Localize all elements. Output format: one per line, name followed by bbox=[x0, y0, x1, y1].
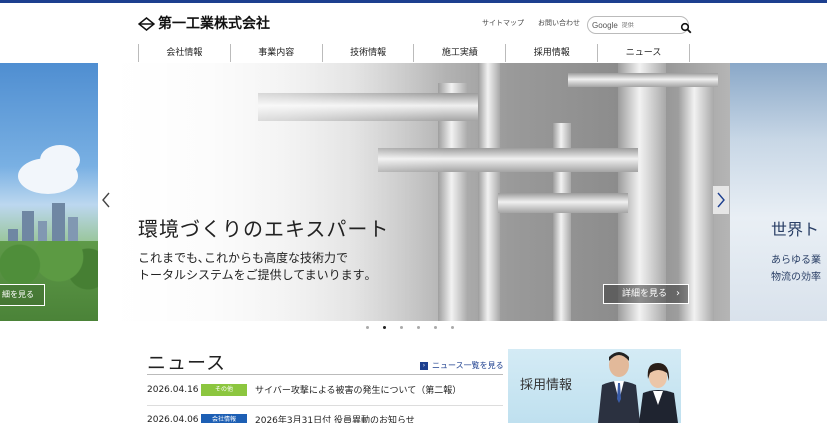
pager-dot[interactable] bbox=[417, 326, 420, 329]
next-slide-line1: あらゆる業 bbox=[771, 255, 821, 266]
logo-mark-icon bbox=[137, 16, 156, 31]
next-slide-title: 世界ト bbox=[771, 220, 820, 239]
search-brand: Google bbox=[592, 20, 618, 30]
carousel-pager bbox=[366, 326, 454, 329]
slide-current: 環境づくりのエキスパート これまでも､これからも高度な技術力で トータルシステム… bbox=[98, 63, 730, 321]
hero-detail-button[interactable]: 詳細を見る › bbox=[603, 284, 689, 304]
pager-dot-active[interactable] bbox=[383, 326, 386, 329]
news-all-label: ニュース一覧を見る bbox=[432, 361, 504, 370]
news-item[interactable]: 2026.04.06 会社情報 2026年3月31日付 役員異動のお知らせ bbox=[147, 413, 503, 423]
cloud-shape bbox=[40, 145, 80, 175]
site-header: 第一工業株式会社 サイトマップ お問い合わせ Google 会社情報 事業内容 … bbox=[0, 3, 827, 63]
hero-title: 環境づくりのエキスパート bbox=[138, 217, 390, 241]
utility-links: サイトマップ お問い合わせ bbox=[482, 18, 580, 28]
news-divider bbox=[147, 374, 503, 375]
news-all-link[interactable]: › ニュース一覧を見る bbox=[420, 360, 504, 371]
nav-news[interactable]: ニュース bbox=[597, 44, 690, 62]
news-heading: ニュース bbox=[147, 352, 227, 374]
contact-link[interactable]: お問い合わせ bbox=[538, 18, 580, 28]
carousel-prev-button[interactable] bbox=[98, 186, 114, 214]
news-headline: サイバー攻撃による被害の発生について（第二報） bbox=[255, 386, 462, 396]
news-item[interactable]: 2026.04.16 その他 サイバー攻撃による被害の発生について（第二報） bbox=[147, 383, 503, 396]
hero-subtitle-line2: トータルシステムをご提供してまいります｡ bbox=[138, 268, 371, 282]
hero-carousel: 細を見る 環境づくりのエキスパート これまでも､これからも高度な技術力で トータ… bbox=[0, 63, 827, 321]
nav-company[interactable]: 会社情報 bbox=[138, 44, 230, 62]
sitemap-link[interactable]: サイトマップ bbox=[482, 18, 524, 28]
chevron-left-icon bbox=[101, 192, 111, 208]
next-slide-line2: 物流の効率 bbox=[771, 272, 821, 283]
woman-photo-icon bbox=[636, 361, 681, 423]
pager-dot[interactable] bbox=[434, 326, 437, 329]
trees-shape bbox=[0, 241, 98, 321]
carousel-next-button[interactable] bbox=[713, 186, 729, 214]
chevron-right-icon bbox=[716, 192, 726, 208]
global-nav: 会社情報 事業内容 技術情報 施工実績 採用情報 ニュース bbox=[138, 44, 690, 62]
news-date: 2026.04.16 bbox=[147, 384, 199, 395]
slide-next[interactable]: 世界ト あらゆる業 物流の効率 bbox=[730, 63, 827, 321]
previous-slide-detail-button[interactable]: 細を見る bbox=[0, 284, 45, 306]
hero-detail-label: 詳細を見る bbox=[622, 289, 668, 299]
arrow-right-icon: › bbox=[420, 361, 428, 370]
slide-previous[interactable]: 細を見る bbox=[0, 63, 98, 321]
chevron-right-icon: › bbox=[676, 288, 680, 299]
logo-text: 第一工業株式会社 bbox=[158, 16, 270, 32]
news-category-badge: その他 bbox=[201, 383, 247, 396]
nav-business[interactable]: 事業内容 bbox=[229, 44, 322, 62]
pager-dot[interactable] bbox=[400, 326, 403, 329]
nav-works[interactable]: 施工実績 bbox=[413, 44, 505, 62]
news-row-divider bbox=[147, 405, 503, 406]
recruit-banner[interactable]: 採用情報 bbox=[508, 349, 681, 423]
search-box: Google bbox=[587, 16, 692, 34]
pager-dot[interactable] bbox=[451, 326, 454, 329]
search-input[interactable] bbox=[621, 21, 680, 29]
site-logo[interactable]: 第一工業株式会社 bbox=[137, 13, 270, 33]
news-category-badge: 会社情報 bbox=[201, 413, 247, 423]
news-date: 2026.04.06 bbox=[147, 414, 199, 423]
hero-subtitle-line1: これまでも､これからも高度な技術力で bbox=[138, 251, 349, 265]
search-icon[interactable] bbox=[680, 19, 692, 34]
nav-technology[interactable]: 技術情報 bbox=[321, 44, 414, 62]
recruit-banner-label: 採用情報 bbox=[520, 378, 573, 393]
pager-dot[interactable] bbox=[366, 326, 369, 329]
nav-recruit[interactable]: 採用情報 bbox=[505, 44, 597, 62]
news-headline: 2026年3月31日付 役員異動のお知らせ bbox=[255, 416, 415, 423]
